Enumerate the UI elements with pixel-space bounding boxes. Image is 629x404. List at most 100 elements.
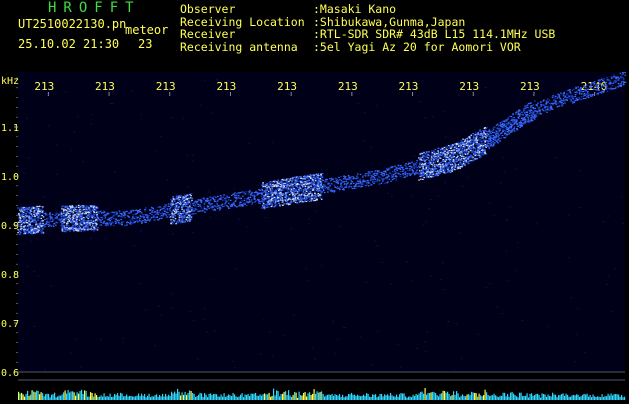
signal-dot [271, 206, 273, 207]
signal-dot [77, 230, 79, 231]
signal-dot [86, 208, 88, 209]
signal-dot [179, 219, 181, 220]
signal-dot [265, 208, 267, 209]
noise-dot [423, 80, 425, 81]
signal-dot [66, 210, 68, 211]
signal-dot [437, 150, 439, 151]
signal-dot [42, 208, 44, 209]
signal-dot [497, 128, 499, 129]
signal-dot [297, 193, 299, 194]
signal-dot [233, 194, 235, 195]
x-tick-label: 213 [520, 80, 540, 93]
signal-dot [380, 177, 382, 178]
signal-dot [226, 201, 228, 202]
signal-dot [70, 212, 72, 213]
signal-dot [145, 210, 147, 211]
signal-dot [175, 223, 177, 224]
signal-dot [341, 182, 343, 183]
signal-dot [300, 182, 302, 183]
signal-dot [172, 204, 174, 205]
signal-dot [444, 150, 446, 151]
signal-dot [410, 163, 412, 164]
noise-dot [193, 232, 195, 233]
noise-dot [34, 326, 36, 327]
signal-dot [367, 180, 369, 181]
signal-dot [458, 146, 460, 147]
signal-dot [316, 190, 318, 191]
signal-dot [455, 145, 457, 146]
signal-dot [418, 174, 420, 175]
signal-dot [97, 212, 99, 213]
signal-dot [500, 122, 502, 123]
signal-dot [103, 215, 105, 216]
signal-dot [279, 182, 281, 183]
signal-dot [426, 174, 428, 175]
signal-dot [87, 229, 89, 230]
signal-dot [76, 227, 78, 228]
signal-dot [470, 154, 472, 155]
signal-dot [191, 200, 193, 201]
noise-dot [602, 221, 604, 222]
signal-dot [360, 174, 362, 175]
signal-dot [287, 195, 289, 196]
signal-dot [19, 209, 21, 210]
signal-dot [111, 212, 113, 213]
signal-dot [197, 201, 199, 202]
noise-dot [414, 155, 416, 156]
signal-dot [501, 137, 503, 138]
signal-dot [200, 210, 202, 211]
signal-dot [69, 220, 71, 221]
signal-dot [468, 151, 470, 152]
signal-dot [73, 210, 75, 211]
signal-dot [303, 191, 305, 192]
signal-dot [38, 224, 40, 225]
signal-dot [191, 193, 193, 194]
signal-dot [197, 209, 199, 210]
signal-dot [393, 174, 395, 175]
signal-dot [49, 222, 51, 223]
signal-dot [160, 209, 162, 210]
signal-dot [293, 186, 295, 187]
signal-dot [392, 171, 394, 172]
signal-dot [363, 180, 365, 181]
signal-dot [252, 192, 254, 193]
signal-dot [29, 225, 31, 226]
signal-dot [105, 223, 107, 224]
signal-dot [304, 195, 306, 196]
signal-dot [490, 138, 492, 139]
signal-dot [181, 200, 183, 201]
signal-dot [420, 159, 422, 160]
signal-dot [96, 210, 98, 211]
signal-dot [148, 215, 150, 216]
noise-dot [411, 280, 413, 281]
signal-dot [304, 190, 306, 191]
signal-dot [297, 176, 299, 177]
signal-dot [282, 205, 284, 206]
signal-dot [112, 216, 114, 217]
signal-dot [283, 193, 285, 194]
signal-dot [438, 148, 440, 149]
signal-dot [287, 192, 289, 193]
noise-dot [23, 173, 25, 174]
signal-dot [175, 218, 177, 219]
signal-dot [185, 204, 187, 205]
noise-dot [203, 319, 205, 320]
noise-dot [122, 342, 124, 343]
signal-dot [287, 183, 289, 184]
signal-dot [65, 221, 67, 222]
signal-dot [229, 208, 231, 209]
signal-dot [107, 213, 109, 214]
signal-dot [122, 221, 124, 222]
signal-dot [376, 175, 378, 176]
signal-dot [465, 154, 467, 155]
signal-dot [345, 178, 347, 179]
signal-dot [192, 208, 194, 209]
signal-dot [273, 198, 275, 199]
signal-dot [465, 158, 467, 159]
signal-dot [469, 144, 471, 145]
signal-dot [448, 167, 450, 168]
signal-dot [284, 179, 286, 180]
signal-dot [177, 203, 179, 204]
signal-dot [212, 206, 214, 207]
signal-dot [297, 197, 299, 198]
